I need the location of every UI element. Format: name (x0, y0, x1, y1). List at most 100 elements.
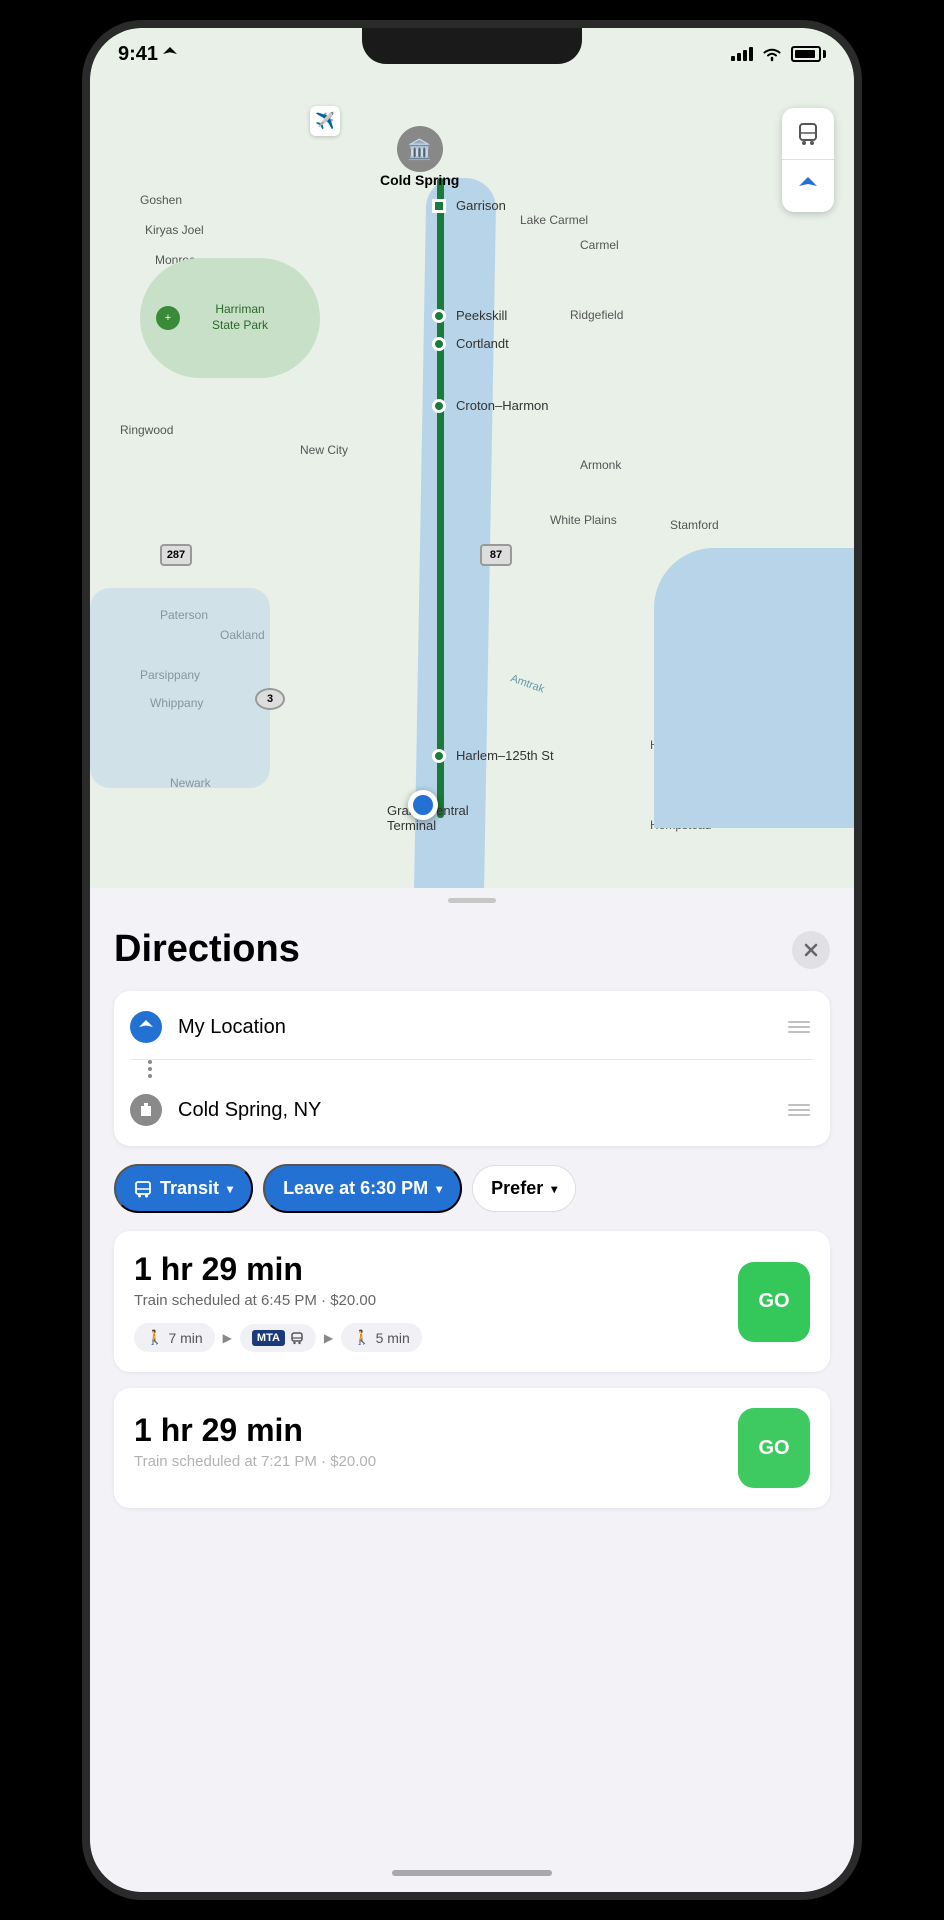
close-icon (803, 942, 819, 958)
walk-label-2: 5 min (376, 1330, 410, 1346)
train-step: MTA (240, 1324, 316, 1352)
status-icons (731, 46, 826, 62)
lake-carmel-label: Lake Carmel (520, 213, 588, 227)
home-indicator (392, 1870, 552, 1876)
route-2-detail: Train scheduled at 7:21 PM · $20.00 (134, 1453, 738, 1470)
battery-icon (791, 46, 826, 62)
route-card-1[interactable]: 1 hr 29 min Train scheduled at 6:45 PM ·… (114, 1231, 830, 1372)
go-label-2: GO (758, 1437, 789, 1460)
route-1-steps: 🚶 7 min ▶ MTA (134, 1323, 738, 1352)
peekskill-label: Peekskill (456, 308, 507, 323)
go-button-2[interactable]: GO (738, 1408, 810, 1488)
prefer-button[interactable]: Prefer ▾ (472, 1165, 576, 1212)
harriman-park: + HarrimanState Park (140, 258, 320, 378)
goshen-label: Goshen (140, 193, 182, 207)
croton-harmon-label: Croton–Harmon (456, 398, 549, 413)
current-location-dot (408, 790, 438, 820)
route-card-2[interactable]: 1 hr 29 min Train scheduled at 7:21 PM ·… (114, 1388, 830, 1508)
arrow-icon (137, 1018, 155, 1036)
cold-spring-pin-icon: 🏛️ (397, 126, 443, 172)
harlem-125th-dot (432, 749, 446, 763)
walk-icon-2: 🚶 (353, 1329, 370, 1346)
location-button[interactable] (782, 160, 834, 212)
route-1-detail: Train scheduled at 6:45 PM · $20.00 (134, 1292, 738, 1309)
garrison-dot (432, 199, 446, 213)
location-inputs: My Location (114, 991, 830, 1146)
hudson-river (414, 177, 497, 888)
walk-icon-1: 🚶 (146, 1329, 163, 1346)
origin-row[interactable]: My Location (130, 995, 814, 1060)
route-info-2: 1 hr 29 min Train scheduled at 7:21 PM ·… (134, 1412, 738, 1484)
croton-harmon-station: Croton–Harmon (432, 398, 549, 413)
white-plains-label: White Plains (550, 513, 617, 527)
peekskill-dot (432, 309, 446, 323)
route-1-duration: 1 hr 29 min (134, 1251, 738, 1288)
transit-icon (795, 121, 821, 147)
highway-3-badge: 3 (255, 688, 285, 710)
transit-mode-button[interactable] (782, 108, 834, 160)
ringwood-label: Ringwood (120, 423, 173, 437)
bottom-sheet: Directions My Locatio (90, 908, 854, 1892)
cortlandt-dot (432, 337, 446, 351)
transit-button[interactable]: Transit ▾ (114, 1164, 253, 1213)
destination-row[interactable]: Cold Spring, NY (130, 1078, 814, 1142)
prefer-label: Prefer (491, 1178, 543, 1199)
location-arrow-icon (163, 47, 177, 61)
route-card-inner-1: 1 hr 29 min Train scheduled at 6:45 PM ·… (134, 1251, 810, 1352)
connector-dots (130, 1060, 814, 1078)
wifi-icon (761, 46, 783, 62)
amtrak-label: Amtrak (509, 672, 546, 695)
route-2-duration: 1 hr 29 min (134, 1412, 738, 1449)
water-west (90, 588, 270, 788)
status-time: 9:41 (118, 43, 177, 66)
cold-spring-pin-label: Cold Spring (380, 172, 459, 188)
cortlandt-label: Cortlandt (456, 336, 509, 351)
go-button-1[interactable]: GO (738, 1262, 810, 1342)
destination-handle[interactable] (784, 1100, 814, 1120)
navigate-icon (797, 175, 819, 197)
new-city-label: New City (300, 443, 348, 457)
blue-location-dot (408, 790, 438, 820)
phone-screen: 9:41 (90, 28, 854, 1892)
cold-spring-pin: 🏛️ Cold Spring (380, 126, 459, 188)
arrow-2: ▶ (324, 1331, 333, 1345)
stamford-label: Stamford (670, 518, 719, 532)
transit-bus-icon (134, 1180, 152, 1198)
garrison-label: Garrison (456, 198, 506, 213)
highway-87-badge: 87 (480, 544, 512, 566)
mta-badge: MTA (252, 1330, 285, 1346)
carmel-label: Carmel (580, 238, 619, 252)
long-island-sound (654, 548, 854, 828)
harlem-125th-label: Harlem–125th St (456, 748, 554, 763)
go-label-1: GO (758, 1290, 789, 1313)
walk-step-1: 🚶 7 min (134, 1323, 215, 1352)
walk-label-1: 7 min (168, 1330, 202, 1346)
origin-text: My Location (178, 1016, 768, 1039)
directions-title: Directions (114, 928, 300, 971)
clock: 9:41 (118, 43, 158, 66)
route-info-1: 1 hr 29 min Train scheduled at 6:45 PM ·… (134, 1251, 738, 1352)
armonk-label: Armonk (580, 458, 621, 472)
prefer-chevron-icon: ▾ (551, 1182, 557, 1196)
map-controls (782, 108, 834, 212)
origin-handle[interactable] (784, 1017, 814, 1037)
map-background: + HarrimanState Park Goshen Kiryas Joel … (90, 28, 854, 888)
kiryas-joel-label: Kiryas Joel (145, 223, 204, 237)
close-button[interactable] (792, 931, 830, 969)
time-label: Leave at 6:30 PM (283, 1178, 428, 1199)
route-card-inner-2: 1 hr 29 min Train scheduled at 7:21 PM ·… (134, 1408, 810, 1488)
transport-bar: Transit ▾ Leave at 6:30 PM ▾ Prefer ▾ (114, 1164, 830, 1213)
airplane-icon: ✈️ (310, 106, 340, 136)
time-button[interactable]: Leave at 6:30 PM ▾ (263, 1164, 462, 1213)
harriman-label: HarrimanState Park (212, 302, 268, 333)
harlem-125th-station: Harlem–125th St (432, 748, 554, 763)
transit-chevron-icon: ▾ (227, 1182, 233, 1196)
phone-frame: 9:41 (82, 20, 862, 1900)
croton-harmon-dot (432, 399, 446, 413)
destination-icon (130, 1094, 162, 1126)
highway-287-badge: 287 (160, 544, 192, 566)
notch (362, 28, 582, 64)
destination-text: Cold Spring, NY (178, 1099, 768, 1122)
map-container[interactable]: + HarrimanState Park Goshen Kiryas Joel … (90, 28, 854, 888)
train-route-line (437, 178, 444, 818)
